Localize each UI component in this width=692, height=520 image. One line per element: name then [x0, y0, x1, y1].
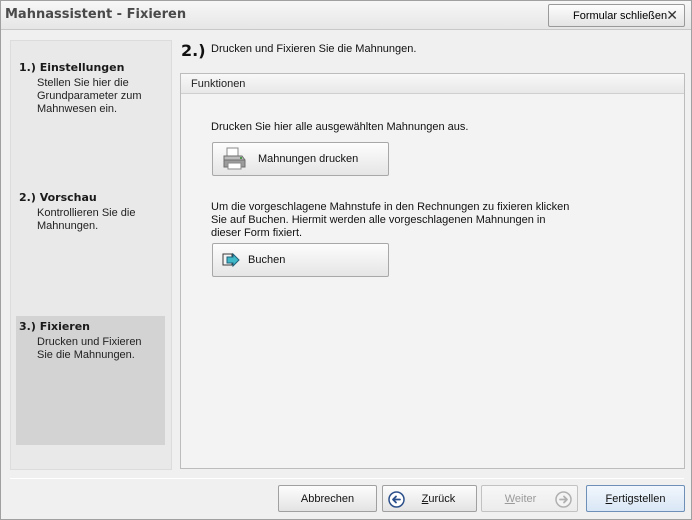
finish-label-rest: ertigstellen [612, 493, 666, 505]
step-description: Drucken und Fixieren Sie die Mahnungen. [37, 336, 142, 361]
book-arrow-icon [222, 252, 240, 268]
step-vorschau[interactable]: 2.) Vorschau Kontrollieren Sie die Mahnu… [16, 187, 165, 237]
cancel-label: Abbrechen [300, 493, 355, 505]
back-button[interactable]: Zurück [382, 485, 477, 512]
next-label-rest: eiter [514, 493, 537, 505]
window-header: Mahnassistent - Fixieren Formular schlie… [1, 1, 691, 30]
book-button[interactable]: Buchen [212, 243, 389, 277]
print-reminders-button[interactable]: Mahnungen drucken [212, 142, 389, 176]
window-title: Mahnassistent - Fixieren [5, 7, 187, 22]
group-title: Funktionen [191, 78, 246, 90]
finish-label: Fertigstellen [587, 493, 684, 505]
book-info-line-3: dieser Form fixiert. [211, 227, 303, 239]
step-description: Stellen Sie hier die Grundparameter zum … [37, 77, 142, 115]
main-step-number: 2.) [181, 41, 206, 60]
close-form-button[interactable]: Formular schließen ✕ [548, 4, 685, 27]
finish-button[interactable]: Fertigstellen [586, 485, 685, 512]
cancel-button[interactable]: Abbrechen [278, 485, 377, 512]
footer-separator [10, 478, 684, 479]
wizard-window: Mahnassistent - Fixieren Formular schlie… [0, 0, 692, 520]
group-header: Funktionen [181, 74, 684, 94]
arrow-right-circle-icon [555, 491, 572, 508]
step-fixieren[interactable]: 3.) Fixieren Drucken und Fixieren Sie di… [16, 316, 165, 445]
back-label: Zurück [383, 493, 476, 505]
next-accesskey: W [504, 493, 515, 505]
step-title: 1.) Einstellungen [19, 61, 125, 74]
close-form-label: Formular schließen [573, 10, 668, 22]
functions-group: Funktionen Drucken Sie hier alle ausgewä… [180, 73, 685, 469]
close-icon: ✕ [666, 7, 678, 23]
next-button[interactable]: Weiter [481, 485, 578, 512]
book-info-line-1: Um die vorgeschlagene Mahnstufe in den R… [211, 201, 570, 213]
step-title: 3.) Fixieren [19, 320, 91, 333]
wizard-steps-panel: 1.) Einstellungen Stellen Sie hier die G… [10, 40, 172, 470]
back-label-rest: urück [428, 493, 456, 505]
book-button-label: Buchen [248, 254, 286, 266]
printer-icon [223, 147, 246, 170]
book-info-line-2: Sie auf Buchen. Hiermit werden alle vorg… [211, 214, 546, 226]
main-heading: Drucken und Fixieren Sie die Mahnungen. [211, 43, 417, 55]
step-title: 2.) Vorschau [19, 191, 97, 204]
step-description: Kontrollieren Sie die Mahnungen. [37, 207, 136, 232]
print-info-text: Drucken Sie hier alle ausgewählten Mahnu… [211, 121, 469, 133]
print-button-label: Mahnungen drucken [258, 153, 359, 165]
step-einstellungen[interactable]: 1.) Einstellungen Stellen Sie hier die G… [16, 57, 165, 117]
